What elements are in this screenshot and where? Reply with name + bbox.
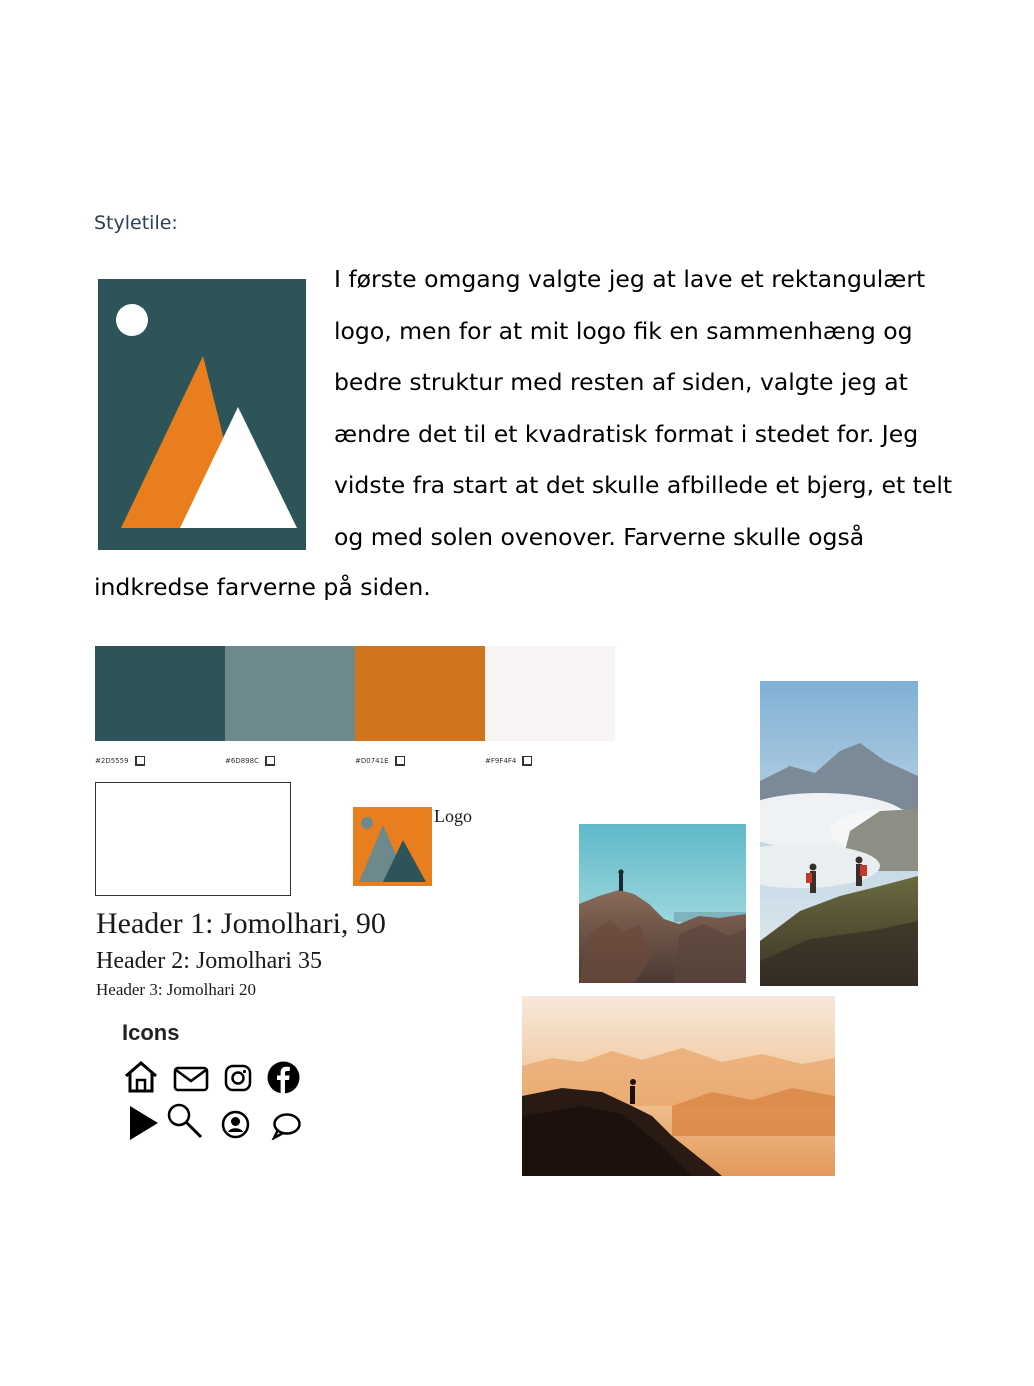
intro-line: I første omgang valgte jeg at lave et re… (334, 265, 926, 293)
search-icon[interactable] (166, 1102, 204, 1140)
empty-box (95, 782, 291, 896)
instagram-icon[interactable] (224, 1064, 252, 1092)
intro-line: bedre struktur med resten af siden, valg… (334, 368, 908, 396)
swatch-dark-teal (95, 646, 225, 741)
copy-icon[interactable] (522, 756, 533, 766)
logo-large (98, 279, 306, 550)
header-2-sample: Header 2: Jomolhari 35 (96, 948, 322, 974)
chat-icon[interactable] (270, 1112, 302, 1140)
logo-label: Logo (434, 806, 472, 826)
swatch-code: #6D898C (225, 756, 275, 766)
swatch-orange (355, 646, 485, 741)
user-icon[interactable] (221, 1110, 250, 1139)
page-heading: Styletile: (94, 212, 178, 234)
intro-line: og med solen ovenover. Farverne skulle o… (334, 522, 865, 551)
swatch-offwhite (485, 646, 615, 741)
facebook-icon[interactable] (267, 1061, 300, 1094)
swatch-code: #D0741E (355, 756, 405, 766)
copy-icon[interactable] (394, 756, 405, 766)
icons-title: Icons (122, 1020, 180, 1045)
header-1-sample: Header 1: Jomolhari, 90 (96, 907, 386, 940)
intro-paragraph: I første omgang valgte jeg at lave et re… (334, 254, 974, 563)
header-3-sample: Header 3: Jomolhari 20 (96, 980, 257, 999)
photo-sunset-hiker (522, 996, 835, 1176)
swatch-code: #F9F4F4 (485, 756, 533, 766)
swatch-code: #2D5559 (95, 756, 145, 766)
swatch-grey-teal (225, 646, 355, 741)
intro-line: indkredse farverne på siden. (94, 573, 431, 601)
logo-small (353, 807, 432, 886)
intro-line: logo, men for at mit logo fik en sammenh… (334, 316, 913, 345)
photo-hikers-clouds (760, 681, 918, 986)
photo-climber-rocks (579, 824, 746, 983)
home-icon[interactable] (123, 1060, 159, 1094)
copy-icon[interactable] (264, 756, 275, 766)
mail-icon[interactable] (173, 1066, 209, 1092)
intro-line: ændre det til et kvadratisk format i ste… (334, 419, 919, 448)
intro-line: vidste fra start at det skulle afbillede… (334, 471, 953, 499)
copy-icon[interactable] (134, 756, 145, 766)
play-icon[interactable] (128, 1104, 160, 1142)
